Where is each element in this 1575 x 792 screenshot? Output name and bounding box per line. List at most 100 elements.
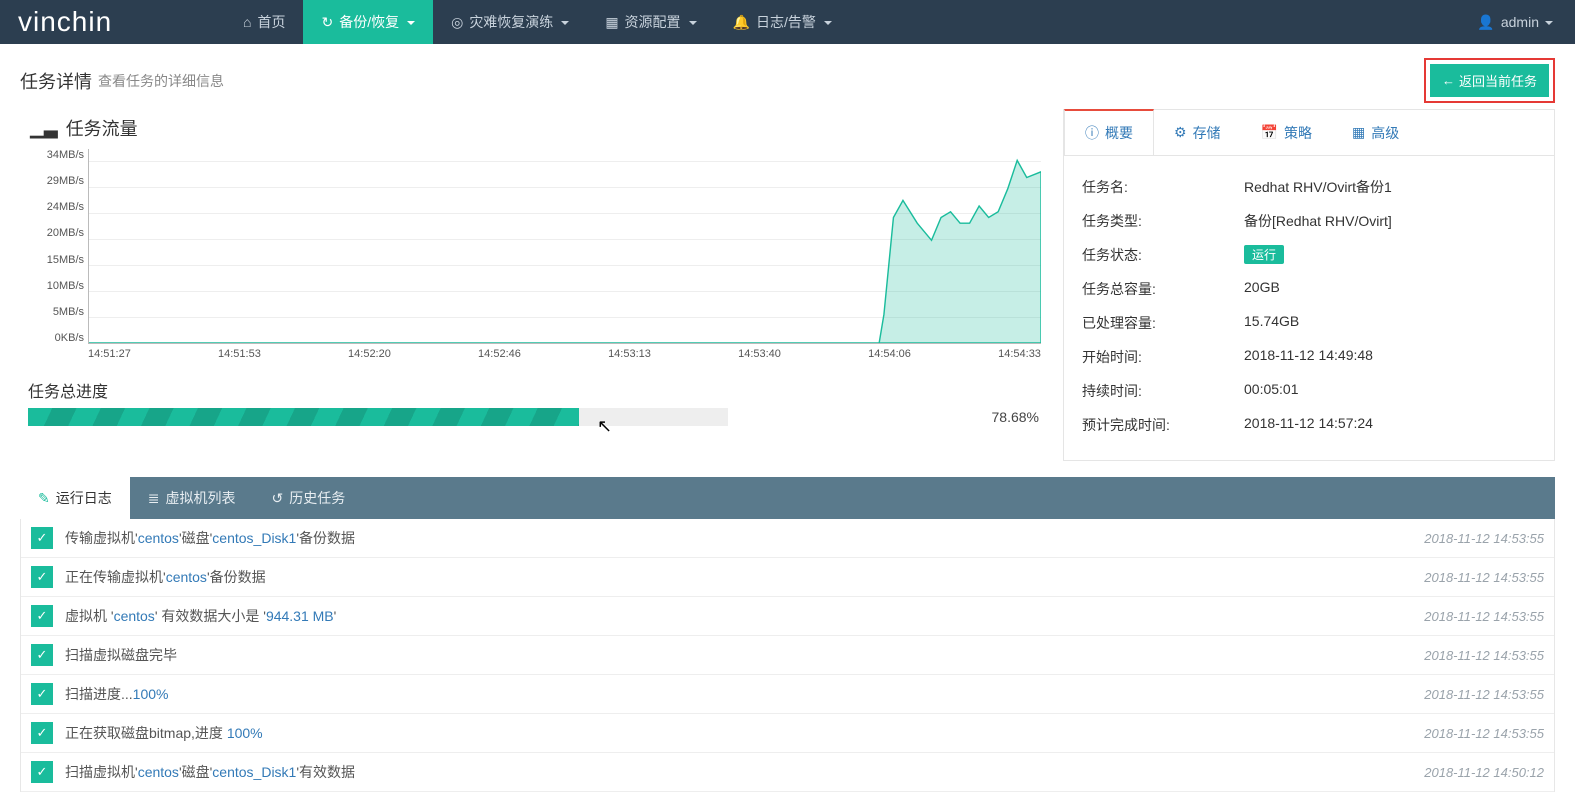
kv-dur: 持续时间:00:05:01: [1082, 374, 1536, 408]
user-icon: 👤: [1477, 14, 1494, 31]
tab-history[interactable]: ↺ 历史任务: [253, 477, 363, 519]
history-icon: ↺: [271, 490, 283, 507]
chevron-down-icon: [1545, 14, 1553, 30]
chevron-down-icon: [689, 14, 697, 30]
tab-runlog[interactable]: ✎ 运行日志: [20, 477, 130, 519]
nav-resource[interactable]: ▦ 资源配置: [587, 0, 714, 44]
log-time: 2018-11-12 14:53:55: [1424, 726, 1544, 741]
log-text: 扫描虚拟机'centos'磁盘'centos_Disk1'有效数据: [65, 762, 355, 782]
nav-user-label: admin: [1501, 14, 1539, 30]
throughput-chart: 34MB/s29MB/s24MB/s20MB/s15MB/s10MB/s5MB/…: [26, 149, 1045, 364]
nav-dr-label: 灾难恢复演练: [469, 12, 553, 32]
tab-storage[interactable]: ⚙ 存储: [1154, 110, 1241, 155]
log-time: 2018-11-12 14:53:55: [1424, 531, 1544, 546]
list-icon: ≣: [148, 490, 160, 507]
log-text: 扫描虚拟磁盘完毕: [65, 645, 177, 665]
progress-percent: 78.68%: [992, 409, 1039, 425]
log-time: 2018-11-12 14:53:55: [1424, 648, 1544, 663]
nav-backup[interactable]: ↻ 备份/恢复: [303, 0, 433, 44]
chart-title-text: 任务流量: [66, 115, 138, 141]
summary-panel: ⓘ 概要 ⚙ 存储 📅 策略 ▦ 高级 任务名:Redhat RHV/Ovirt…: [1063, 109, 1555, 461]
back-button-label: 返回当前任务: [1459, 71, 1537, 90]
tab-vmlist[interactable]: ≣ 虚拟机列表: [130, 477, 254, 519]
chart-plot-area: [88, 149, 1041, 344]
log-row: ✓ 正在获取磁盘bitmap,进度 100% 2018-11-12 14:53:55: [21, 714, 1554, 753]
nav-dr[interactable]: ◎ 灾难恢复演练: [433, 0, 587, 44]
chart-x-axis: 14:51:2714:51:5314:52:2014:52:4614:53:13…: [88, 348, 1041, 364]
brand-logo: vinchin: [0, 0, 225, 44]
check-icon: ✓: [31, 605, 53, 627]
log-list: ✓ 传输虚拟机'centos'磁盘'centos_Disk1'备份数据 2018-1…: [20, 519, 1555, 792]
log-row: ✓ 正在传输虚拟机'centos'备份数据 2018-11-12 14:53:55: [21, 558, 1554, 597]
kv-start: 开始时间:2018-11-12 14:49:48: [1082, 340, 1536, 374]
chevron-down-icon: [561, 14, 569, 30]
nav-items: ⌂ 首页 ↻ 备份/恢复 ◎ 灾难恢复演练 ▦ 资源配置 🔔 日志/告警: [225, 0, 850, 44]
log-text: 传输虚拟机'centos'磁盘'centos_Disk1'备份数据: [65, 528, 355, 548]
tab-policy-label: 策略: [1284, 123, 1312, 143]
log-row: ✓ 虚拟机 'centos' 有效数据大小是 '944.31 MB' 2018-11…: [21, 597, 1554, 636]
grid-icon: ▦: [1352, 124, 1365, 141]
refresh-icon: ↻: [321, 14, 333, 31]
log-row: ✓ 传输虚拟机'centos'磁盘'centos_Disk1'备份数据 2018-1…: [21, 519, 1554, 558]
check-icon: ✓: [31, 722, 53, 744]
tab-overview[interactable]: ⓘ 概要: [1064, 109, 1154, 155]
log-row: ✓ 扫描进度...100% 2018-11-12 14:53:55: [21, 675, 1554, 714]
kv-done: 已处理容量:15.74GB: [1082, 306, 1536, 340]
tab-vmlist-label: 虚拟机列表: [165, 488, 235, 508]
tab-storage-label: 存储: [1193, 123, 1221, 143]
tab-advanced-label: 高级: [1371, 123, 1399, 143]
info-icon: ⓘ: [1085, 123, 1099, 143]
lower-tabs: ✎ 运行日志 ≣ 虚拟机列表 ↺ 历史任务: [20, 477, 1555, 519]
nav-user[interactable]: 👤 admin: [1455, 0, 1575, 44]
progress-title: 任务总进度: [28, 378, 1045, 402]
log-time: 2018-11-12 14:53:55: [1424, 570, 1544, 585]
chart-title: ▁▃ 任务流量: [30, 115, 1045, 141]
grid-icon: ▦: [605, 14, 618, 31]
nav-log-label: 日志/告警: [756, 12, 816, 32]
kv-state: 任务状态:运行: [1082, 238, 1536, 272]
chart-icon: ▁▃: [30, 118, 58, 139]
log-text: 虚拟机 'centos' 有效数据大小是 '944.31 MB': [65, 606, 336, 626]
tab-history-label: 历史任务: [289, 488, 345, 508]
kv-eta: 预计完成时间:2018-11-12 14:57:24: [1082, 408, 1536, 442]
log-time: 2018-11-12 14:53:55: [1424, 609, 1544, 624]
chevron-down-icon: [407, 14, 415, 30]
chart-y-axis: 34MB/s29MB/s24MB/s20MB/s15MB/s10MB/s5MB/…: [26, 149, 84, 344]
log-row: ✓扫描虚拟机'centos'磁盘'centos_Disk1'有效数据2018-1…: [21, 753, 1554, 792]
log-row: ✓扫描虚拟磁盘完毕2018-11-12 14:53:55: [21, 636, 1554, 675]
nav-home[interactable]: ⌂ 首页: [225, 0, 303, 44]
tab-policy[interactable]: 📅 策略: [1241, 110, 1332, 155]
page-title: 任务详情: [20, 68, 92, 94]
nav-backup-label: 备份/恢复: [339, 12, 399, 32]
page-subtitle: 查看任务的详细信息: [98, 71, 224, 91]
lower-panel: ✎ 运行日志 ≣ 虚拟机列表 ↺ 历史任务 ✓ 传输虚拟机'centos'磁盘'c…: [20, 477, 1555, 792]
progress-row: 78.68%: [20, 408, 1045, 426]
progress-bar: [28, 408, 728, 426]
log-time: 2018-11-12 14:53:55: [1424, 687, 1544, 702]
nav-log[interactable]: 🔔 日志/告警: [715, 0, 850, 44]
home-icon: ⌂: [243, 14, 251, 30]
progress-fill: [28, 408, 579, 426]
nav-resource-label: 资源配置: [625, 12, 681, 32]
check-icon: ✓: [31, 761, 53, 783]
calendar-icon: 📅: [1261, 124, 1278, 141]
page-header: 任务详情 查看任务的详细信息 ← 返回当前任务: [0, 44, 1575, 109]
chevron-down-icon: [824, 14, 832, 30]
tab-advanced[interactable]: ▦ 高级: [1332, 110, 1419, 155]
check-icon: ✓: [31, 527, 53, 549]
back-button[interactable]: ← 返回当前任务: [1430, 64, 1549, 97]
log-text: 扫描进度...100%: [65, 684, 168, 704]
status-badge: 运行: [1244, 245, 1284, 264]
nav-home-label: 首页: [257, 12, 285, 32]
check-icon: ✓: [31, 566, 53, 588]
check-icon: ✓: [31, 683, 53, 705]
bell-icon: 🔔: [733, 14, 750, 31]
log-text: 正在传输虚拟机'centos'备份数据: [65, 567, 266, 587]
top-nav: vinchin ⌂ 首页 ↻ 备份/恢复 ◎ 灾难恢复演练 ▦ 资源配置 🔔 日…: [0, 0, 1575, 44]
kv-type: 任务类型:备份[Redhat RHV/Ovirt]: [1082, 204, 1536, 238]
tab-runlog-label: 运行日志: [56, 488, 112, 508]
share-icon: ⚙: [1174, 124, 1187, 141]
target-icon: ◎: [451, 14, 463, 31]
edit-icon: ✎: [38, 490, 50, 507]
log-text: 正在获取磁盘bitmap,进度 100%: [65, 723, 263, 743]
